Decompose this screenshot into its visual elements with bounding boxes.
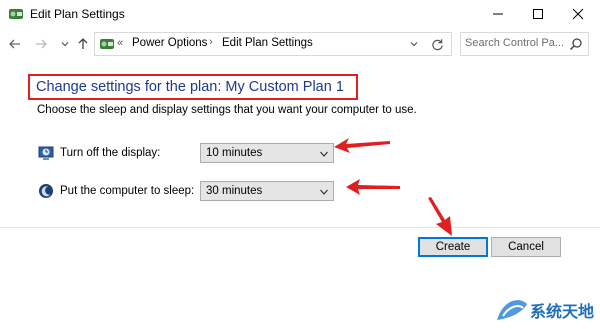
page-title: Change settings for the plan: My Custom … — [36, 79, 344, 95]
sleep-moon-icon — [39, 184, 53, 198]
breadcrumb-separator[interactable]: › — [209, 36, 213, 48]
search-input[interactable] — [465, 35, 565, 51]
arrow-up-icon — [78, 38, 88, 49]
back-button[interactable] — [6, 35, 24, 53]
refresh-icon — [431, 38, 443, 50]
minimize-icon — [493, 13, 503, 15]
title-bar: Edit Plan Settings — [0, 0, 600, 28]
chevron-down-icon — [410, 42, 418, 47]
chevron-down-icon — [320, 189, 328, 195]
cancel-button[interactable]: Cancel — [491, 237, 561, 257]
chevron-down-icon — [61, 42, 69, 47]
address-bar[interactable]: « Power Options › Edit Plan Settings — [94, 32, 452, 56]
annotation-arrow-icon — [334, 138, 390, 153]
forward-button[interactable] — [32, 35, 50, 53]
navigation-bar: « Power Options › Edit Plan Settings — [0, 30, 600, 58]
search-box[interactable] — [460, 32, 589, 56]
control-panel-icon — [100, 39, 114, 49]
display-icon — [38, 146, 54, 160]
sleep-timeout-value: 30 minutes — [206, 185, 263, 197]
maximize-button[interactable] — [518, 0, 558, 28]
page-description: Choose the sleep and display settings th… — [37, 104, 417, 116]
maximize-icon — [533, 9, 543, 19]
minimize-button[interactable] — [478, 0, 518, 28]
display-setting-label: Turn off the display: — [60, 147, 161, 159]
sleep-setting-label: Put the computer to sleep: — [60, 185, 195, 197]
up-button[interactable] — [74, 35, 92, 53]
search-icon[interactable] — [569, 37, 583, 51]
recent-locations-button[interactable] — [56, 35, 74, 53]
create-button[interactable]: Create — [418, 237, 488, 257]
sleep-timeout-select[interactable]: 30 minutes — [200, 181, 334, 201]
address-history-button[interactable] — [407, 37, 421, 51]
annotation-arrow-icon — [346, 179, 400, 195]
watermark-text: 系统天地 — [530, 304, 595, 321]
divider — [0, 227, 600, 228]
breadcrumb-power-options[interactable]: Power Options — [132, 37, 207, 49]
display-timeout-value: 10 minutes — [206, 147, 263, 159]
breadcrumb-overflow[interactable]: « — [117, 37, 123, 49]
close-icon — [572, 8, 584, 20]
window-title: Edit Plan Settings — [30, 7, 125, 21]
arrow-right-icon — [36, 39, 47, 49]
chevron-down-icon — [320, 151, 328, 157]
display-timeout-select[interactable]: 10 minutes — [200, 143, 334, 163]
breadcrumb-edit-plan-settings[interactable]: Edit Plan Settings — [222, 37, 313, 49]
arrow-left-icon — [9, 39, 20, 49]
control-panel-icon — [9, 9, 23, 19]
close-button[interactable] — [558, 0, 598, 28]
refresh-button[interactable] — [429, 36, 445, 52]
annotation-arrow-icon — [428, 197, 452, 236]
